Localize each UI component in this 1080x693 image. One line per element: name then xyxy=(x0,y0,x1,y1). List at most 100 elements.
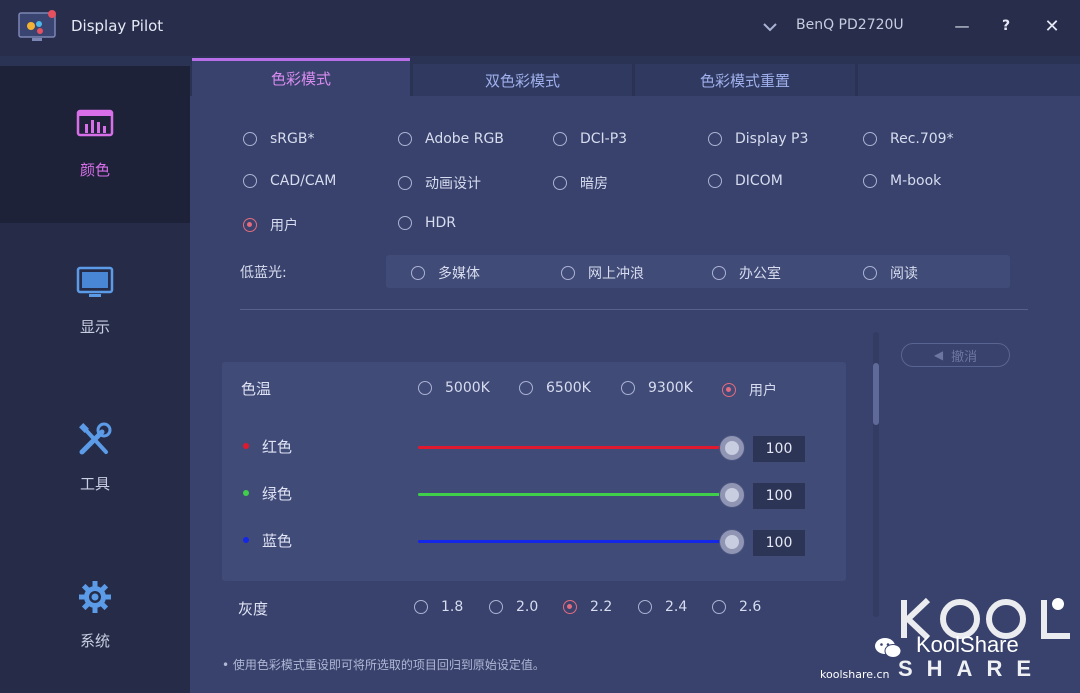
low-blue-option[interactable]: 多媒体 xyxy=(411,263,480,283)
green-channel-label: 绿色 xyxy=(262,485,293,503)
color-mode-option[interactable]: Adobe RGB xyxy=(398,131,504,147)
scrollbar-thumb[interactable] xyxy=(873,363,879,425)
radio-circle-icon xyxy=(638,600,652,614)
color-mode-option[interactable]: HDR xyxy=(398,215,456,231)
gear-icon xyxy=(79,581,111,613)
radio-circle-icon xyxy=(553,132,567,146)
radio-circle-icon xyxy=(708,174,722,188)
minimize-button[interactable]: — xyxy=(950,14,974,38)
color-mode-option[interactable]: 暗房 xyxy=(553,173,608,193)
radio-circle-icon xyxy=(243,174,257,188)
tab-dual-color-mode[interactable]: 双色彩模式 xyxy=(413,64,632,96)
tab-spacer xyxy=(858,64,1080,96)
red-bullet-icon xyxy=(243,443,249,449)
help-button[interactable]: ? xyxy=(994,14,1018,38)
color-mode-option[interactable]: Display P3 xyxy=(708,131,808,147)
sidebar: 颜色 显示 工具 系统 xyxy=(0,66,190,693)
radio-circle-icon xyxy=(863,132,877,146)
radio-circle-icon xyxy=(863,174,877,188)
divider xyxy=(240,309,1028,310)
gamma-option[interactable]: 2.6 xyxy=(712,599,761,615)
color-bars-icon xyxy=(76,109,114,137)
sidebar-item-label: 颜色 xyxy=(79,161,110,179)
green-slider-track[interactable] xyxy=(418,493,734,496)
gamma-option[interactable]: 2.2 xyxy=(563,599,612,615)
radio-circle-icon xyxy=(708,132,722,146)
red-channel-label: 红色 xyxy=(262,438,293,456)
red-value-field[interactable]: 100 xyxy=(753,436,805,462)
color-mode-option[interactable]: 动画设计 xyxy=(398,173,481,193)
chevron-down-icon[interactable] xyxy=(762,20,778,34)
radio-circle-icon xyxy=(519,381,533,395)
monitor-selector[interactable]: BenQ PD2720U xyxy=(796,17,904,33)
gamma-option[interactable]: 2.0 xyxy=(489,599,538,615)
blue-channel-label: 蓝色 xyxy=(262,532,293,550)
red-slider-thumb[interactable] xyxy=(720,436,744,460)
radio-circle-icon xyxy=(712,600,726,614)
radio-circle-icon xyxy=(398,176,412,190)
radio-circle-icon xyxy=(414,600,428,614)
radio-circle-icon xyxy=(398,216,412,230)
blue-bullet-icon xyxy=(243,537,249,543)
low-blue-option[interactable]: 阅读 xyxy=(863,263,918,283)
sidebar-item-system[interactable]: 系统 xyxy=(0,537,190,693)
green-slider-thumb[interactable] xyxy=(720,483,744,507)
color-temp-label: 色温 xyxy=(241,380,272,398)
color-mode-option[interactable]: CAD/CAM xyxy=(243,173,336,189)
low-blue-option[interactable]: 办公室 xyxy=(712,263,781,283)
sidebar-item-display[interactable]: 显示 xyxy=(0,223,190,380)
color-temp-option[interactable]: 5000K xyxy=(418,380,490,396)
radio-circle-icon xyxy=(561,266,575,280)
sidebar-item-label: 显示 xyxy=(79,318,110,336)
radio-circle-icon xyxy=(712,266,726,280)
radio-circle-icon xyxy=(863,266,877,280)
undo-button[interactable]: ◀ 撤消 xyxy=(901,343,1010,367)
green-bullet-icon xyxy=(243,490,249,496)
radio-checked-icon xyxy=(563,600,577,614)
monitor-icon xyxy=(76,266,114,297)
app-title: Display Pilot xyxy=(71,17,164,35)
gamma-label: 灰度 xyxy=(238,600,269,618)
green-value-field[interactable]: 100 xyxy=(753,483,805,509)
color-mode-option[interactable]: DICOM xyxy=(708,173,783,189)
title-bar: Display Pilot BenQ PD2720U — ? ✕ xyxy=(0,0,1080,56)
radio-circle-icon xyxy=(243,132,257,146)
blue-slider-track[interactable] xyxy=(418,540,734,543)
radio-checked-icon xyxy=(722,383,736,397)
color-mode-option[interactable]: sRGB* xyxy=(243,131,314,147)
gamma-option[interactable]: 1.8 xyxy=(414,599,463,615)
color-mode-option[interactable]: DCI-P3 xyxy=(553,131,627,147)
reset-note: • 使用色彩模式重设即可将所选取的项目回归到原始设定值。 xyxy=(222,658,545,672)
radio-checked-icon xyxy=(243,218,257,232)
low-blue-option[interactable]: 网上冲浪 xyxy=(561,263,644,283)
app-logo-icon xyxy=(18,10,56,41)
sidebar-item-color[interactable]: 颜色 xyxy=(0,66,190,223)
sidebar-item-tools[interactable]: 工具 xyxy=(0,380,190,537)
gamma-option[interactable]: 2.4 xyxy=(638,599,687,615)
color-mode-option[interactable]: Rec.709* xyxy=(863,131,954,147)
color-temp-option[interactable]: 用户 xyxy=(722,380,777,400)
sidebar-item-label: 工具 xyxy=(79,475,110,493)
undo-arrow-icon: ◀ xyxy=(933,348,944,362)
low-blue-light-label: 低蓝光: xyxy=(240,265,287,281)
close-button[interactable]: ✕ xyxy=(1040,14,1064,38)
tab-color-mode-reset[interactable]: 色彩模式重置 xyxy=(635,64,855,96)
tools-icon xyxy=(79,422,112,455)
color-temp-option[interactable]: 9300K xyxy=(621,380,693,396)
watermark-brand: KoolShare xyxy=(916,632,1019,657)
tab-color-mode[interactable]: 色彩模式 xyxy=(192,58,410,96)
blue-value-field[interactable]: 100 xyxy=(753,530,805,556)
radio-circle-icon xyxy=(418,381,432,395)
sidebar-item-label: 系统 xyxy=(79,632,110,650)
red-slider-track[interactable] xyxy=(418,446,734,449)
radio-circle-icon xyxy=(621,381,635,395)
radio-circle-icon xyxy=(411,266,425,280)
radio-circle-icon xyxy=(553,176,567,190)
color-temp-option[interactable]: 6500K xyxy=(519,380,591,396)
watermark-site: koolshare.cn xyxy=(820,668,890,681)
color-mode-option[interactable]: M-book xyxy=(863,173,941,189)
blue-slider-thumb[interactable] xyxy=(720,530,744,554)
radio-circle-icon xyxy=(398,132,412,146)
watermark-share: SHARE xyxy=(898,656,1046,681)
color-mode-option[interactable]: 用户 xyxy=(243,215,298,235)
